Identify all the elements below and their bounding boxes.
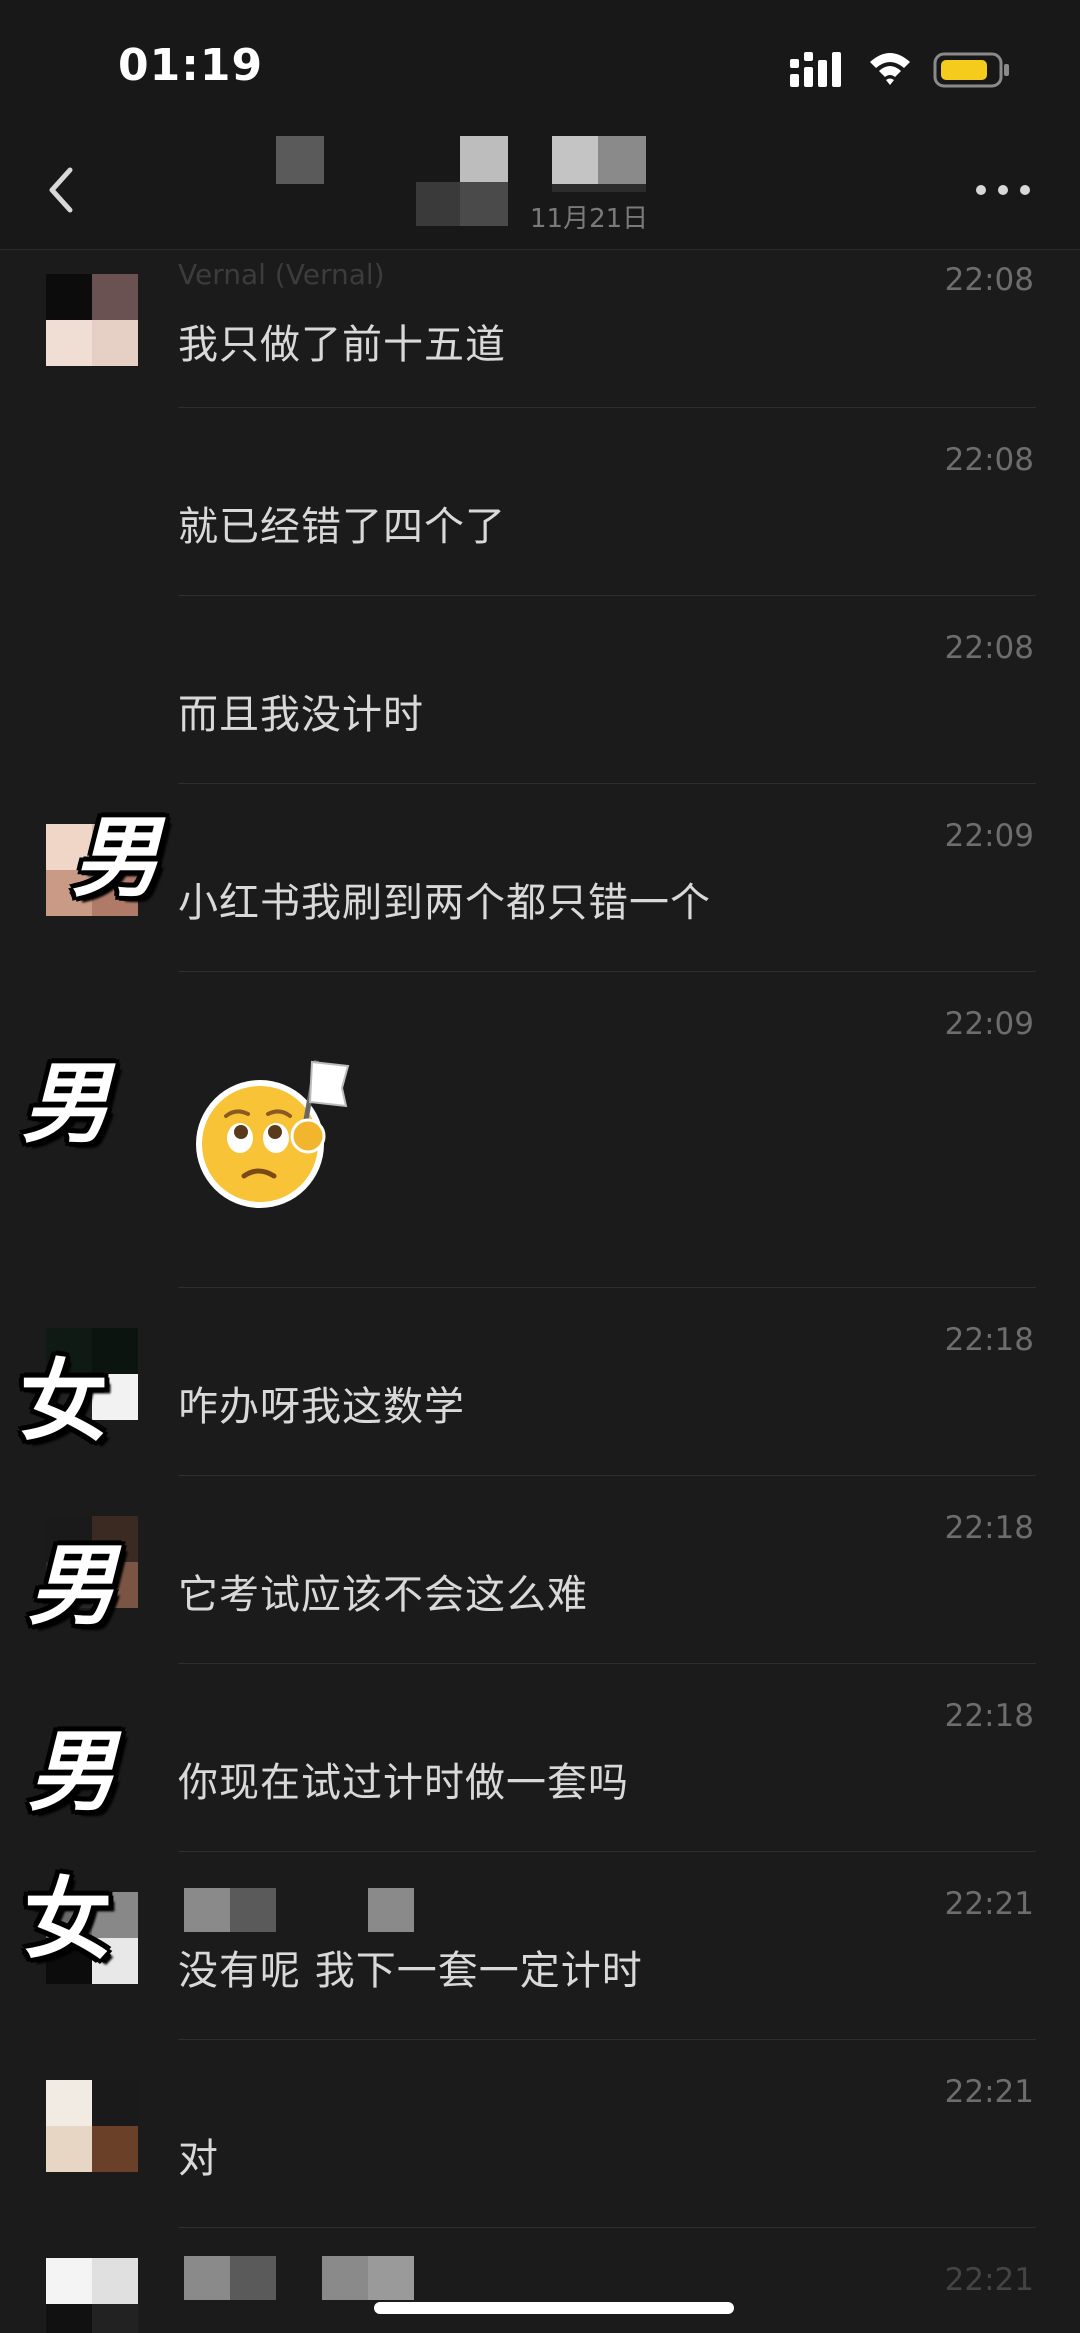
message-item[interactable]: 22:08 就已经错了四个了	[0, 408, 1080, 596]
message-time: 22:18	[944, 1698, 1034, 1734]
gender-label: 男	[72, 806, 161, 909]
message-item[interactable]: 男 22:09	[0, 972, 1080, 1288]
status-bar: 01:19	[0, 0, 1080, 130]
chat-subtitle-date: 11月21日	[530, 204, 649, 234]
status-time: 01:19	[118, 40, 264, 91]
gender-label: 男	[28, 1534, 117, 1637]
chat-screen: 01:19 11月21日 Vernal (Vernal) 22:08 我只做了前…	[0, 0, 1080, 2333]
message-text: 咋办呀我这数学	[178, 1384, 465, 1430]
white-flag-sticker[interactable]	[190, 1052, 350, 1212]
home-indicator[interactable]	[374, 2302, 734, 2314]
sender-name: Vernal (Vernal)	[178, 258, 385, 291]
message-text: 就已经错了四个了	[178, 504, 506, 550]
chat-header: 11月21日	[0, 130, 1080, 250]
message-item[interactable]: 男 22:18 它考试应该不会这么难	[0, 1476, 1080, 1664]
message-item[interactable]: 22:08 而且我没计时	[0, 596, 1080, 784]
message-text: 小红书我刷到两个都只错一个	[178, 880, 711, 926]
message-time: 22:18	[944, 1510, 1034, 1546]
message-text: 你现在试过计时做一套吗	[178, 1760, 629, 1806]
message-time: 22:21	[944, 1886, 1034, 1922]
avatar[interactable]	[46, 2080, 138, 2172]
message-time: 22:18	[944, 1322, 1034, 1358]
avatar[interactable]	[46, 274, 138, 366]
message-item[interactable]: 女 22:18 咋办呀我这数学	[0, 1288, 1080, 1476]
chevron-left-icon[interactable]	[38, 158, 88, 222]
more-dots-icon[interactable]	[968, 160, 1038, 220]
message-text: 它考试应该不会这么难	[178, 1572, 588, 1618]
message-text: 而且我没计时	[178, 692, 424, 738]
cellular-signal-icon	[790, 52, 841, 87]
message-time: 22:21	[944, 2074, 1034, 2110]
wifi-icon	[870, 53, 910, 85]
message-time: 22:08	[944, 442, 1034, 478]
message-text: 没有呢 我下一套一定计时	[178, 1948, 643, 1994]
gender-label: 女	[20, 1350, 109, 1453]
message-time: 22:21	[944, 2262, 1034, 2298]
avatar[interactable]	[46, 2258, 138, 2333]
message-item[interactable]: 男 22:18 你现在试过计时做一套吗	[0, 1664, 1080, 1852]
message-text: 我只做了前十五道	[178, 322, 506, 368]
message-item[interactable]: Vernal (Vernal) 22:08 我只做了前十五道	[0, 250, 1080, 408]
message-item[interactable]: 男 22:09 小红书我刷到两个都只错一个	[0, 784, 1080, 972]
message-text: 对	[178, 2136, 219, 2182]
gender-label: 女	[24, 1868, 113, 1971]
message-time: 22:09	[944, 1006, 1034, 1042]
message-time: 22:08	[944, 630, 1034, 666]
battery-icon	[933, 52, 1009, 88]
message-item[interactable]: 女 22:21 没有呢 我下一套一定计时	[0, 1852, 1080, 2040]
message-item[interactable]: 22:21 对	[0, 2040, 1080, 2228]
message-time: 22:09	[944, 818, 1034, 854]
message-list[interactable]: Vernal (Vernal) 22:08 我只做了前十五道 22:08 就已经…	[0, 250, 1080, 2333]
gender-label: 男	[28, 1720, 117, 1823]
message-item[interactable]: 22:21	[0, 2228, 1080, 2333]
gender-label: 男	[22, 1052, 111, 1155]
message-time: 22:08	[944, 262, 1034, 298]
